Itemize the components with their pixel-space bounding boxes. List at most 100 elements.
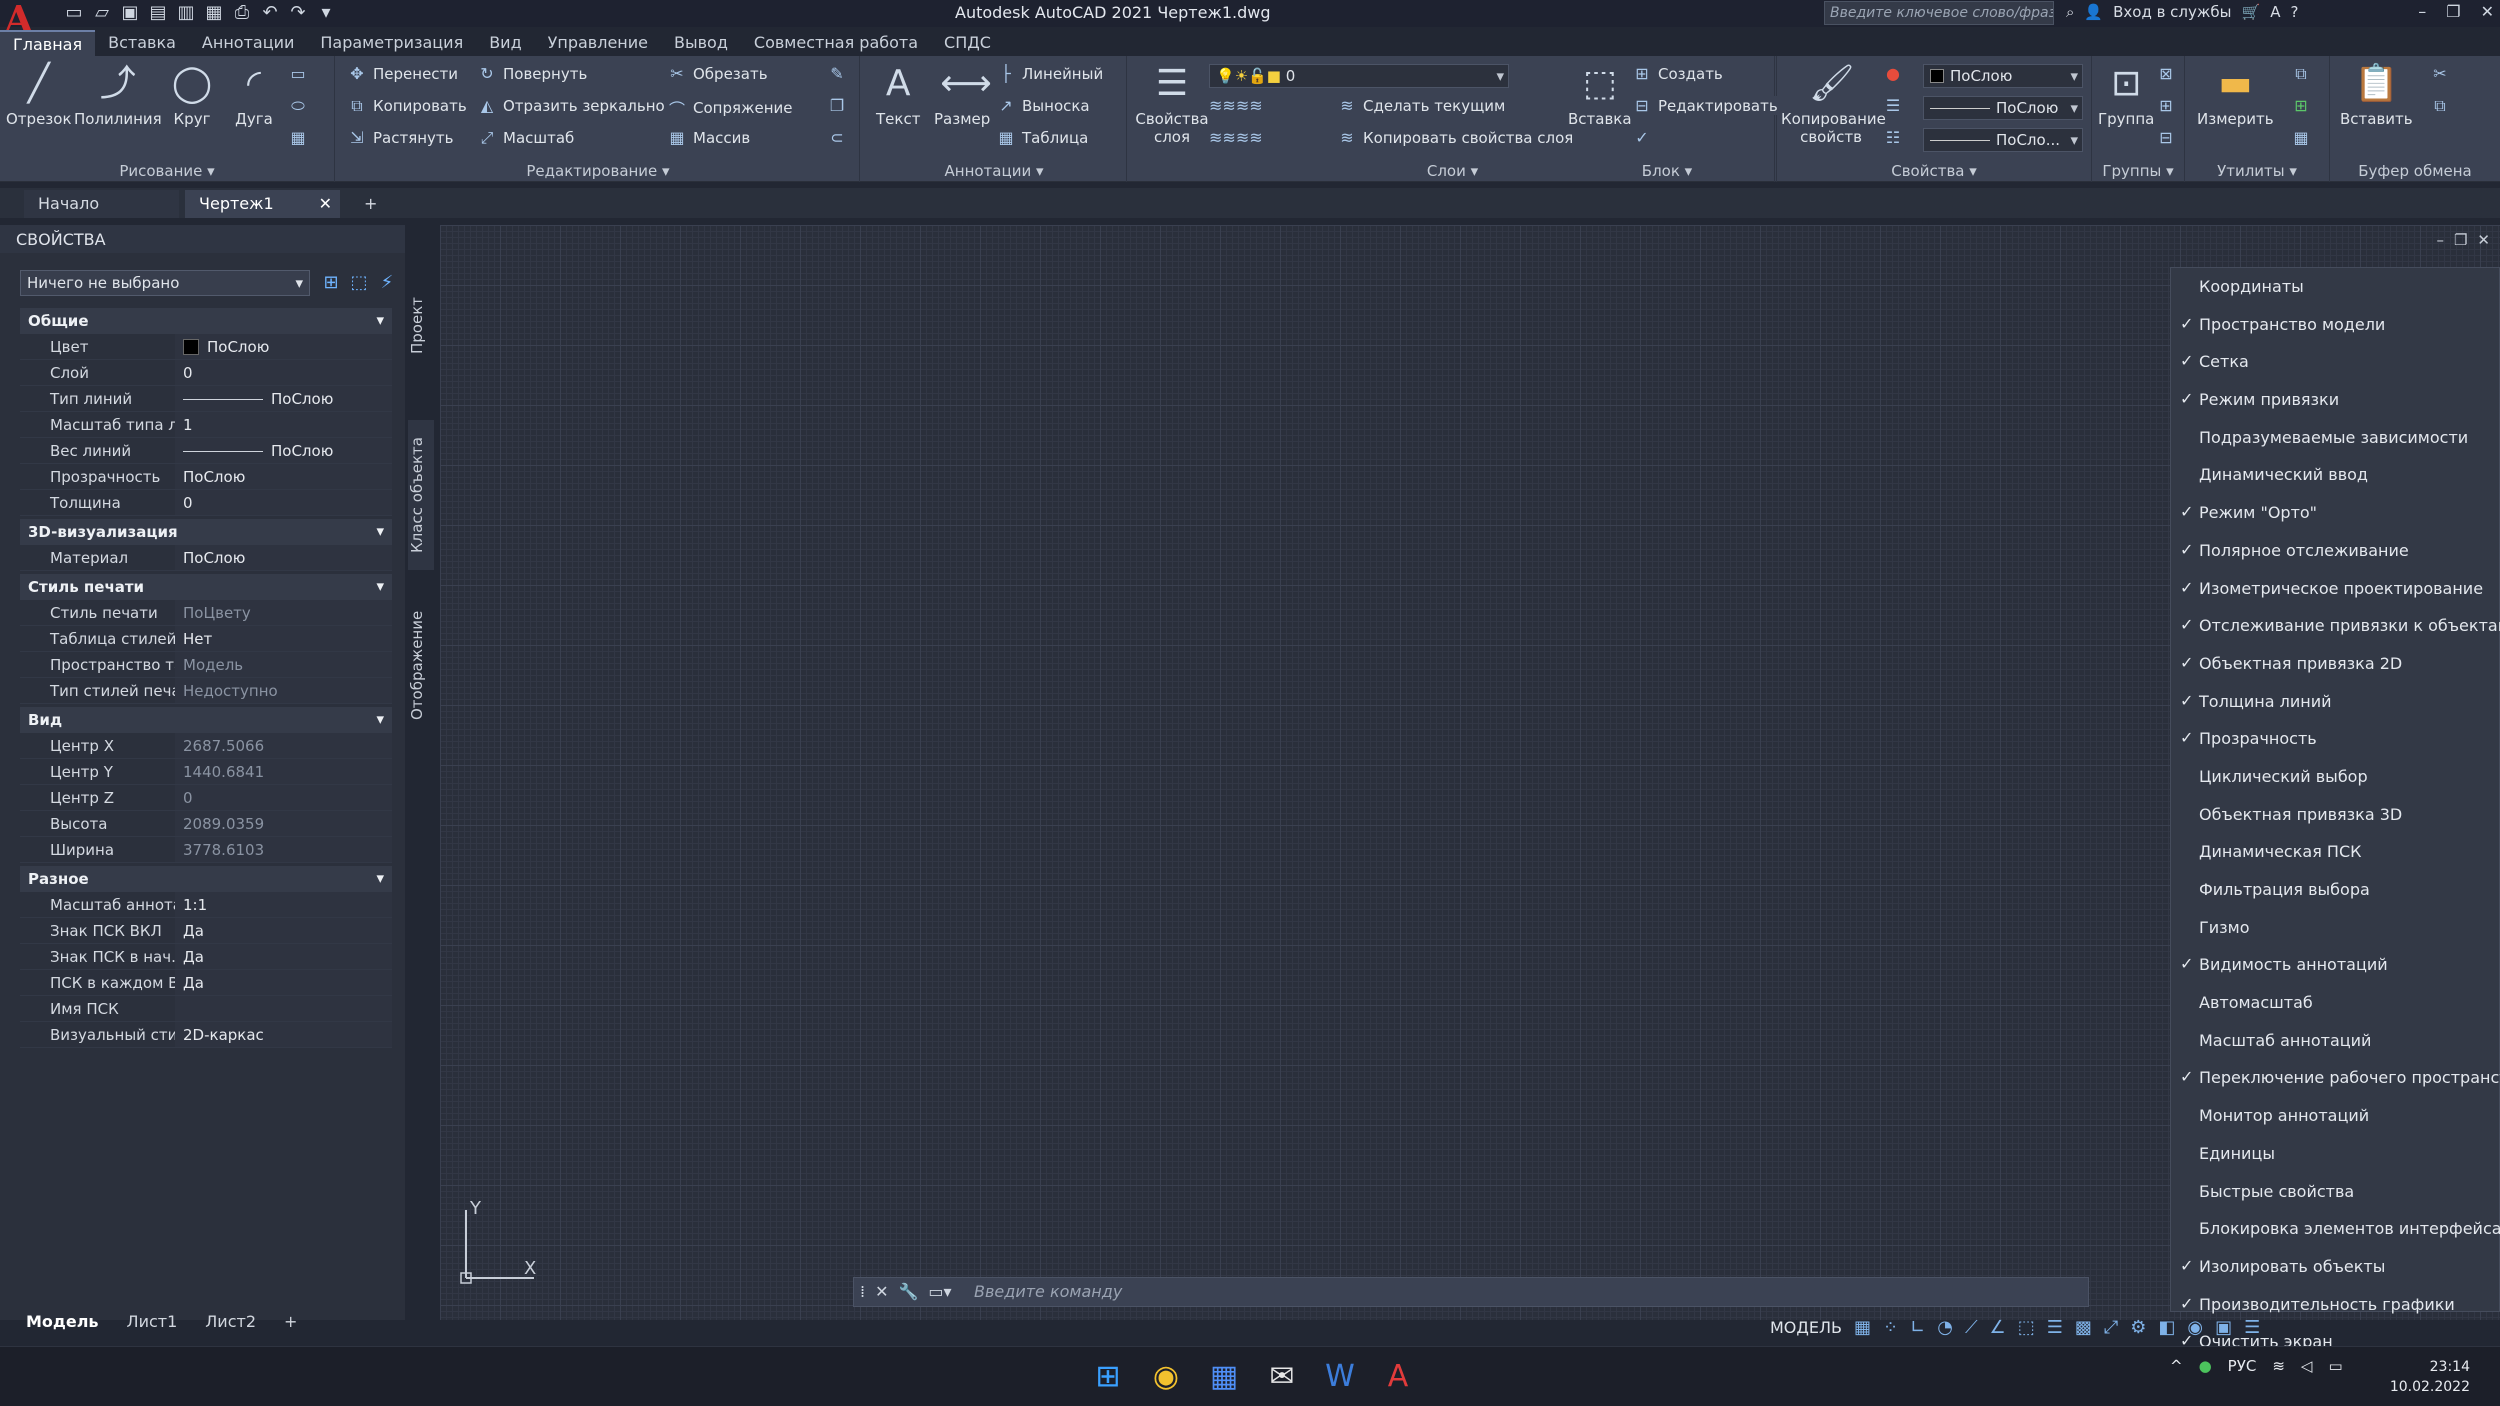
plot-icon[interactable]: ⎙: [230, 2, 254, 24]
annotation-panel-title[interactable]: Аннотации ▾: [862, 162, 1126, 180]
new-file-icon[interactable]: ▭: [62, 2, 86, 24]
viewport-close-icon[interactable]: ✕: [2477, 231, 2490, 249]
fillet-button[interactable]: ⌒ Сопряжение: [667, 96, 793, 120]
tab-start[interactable]: Начало: [24, 190, 179, 218]
menu-item[interactable]: Циклический выбор: [2171, 758, 2499, 796]
user-icon[interactable]: 👤: [2084, 3, 2103, 21]
calculator-icon[interactable]: ▦: [2291, 128, 2311, 147]
battery-icon[interactable]: ▭: [2328, 1357, 2342, 1375]
table-button[interactable]: ▦ Таблица: [996, 128, 1088, 147]
grid-icon[interactable]: ▦: [1854, 1317, 1871, 1338]
dimension-button[interactable]: ⟷ Размер: [934, 62, 992, 128]
property-row[interactable]: Высота 2089.0359: [20, 811, 392, 837]
menu-item[interactable]: Автомасштаб: [2171, 984, 2499, 1022]
rotate-button[interactable]: ↻ Повернуть: [477, 64, 587, 83]
make-current-button[interactable]: ≋ Сделать текущим: [1337, 96, 1505, 115]
layer-tools-row2[interactable]: ≋≋≋≋: [1209, 128, 1263, 147]
property-section-header[interactable]: Стиль печати: [20, 574, 392, 600]
word-icon[interactable]: W: [1320, 1357, 1360, 1397]
customization-menu-icon[interactable]: ☰: [2244, 1317, 2260, 1338]
search-icon[interactable]: ⌕: [2066, 3, 2074, 21]
tab-drawing1[interactable]: Чертеж1 ✕: [185, 190, 340, 218]
menu-item[interactable]: Координаты: [2171, 268, 2499, 306]
web-save-icon[interactable]: ▥: [174, 2, 198, 24]
property-value[interactable]: 2D-каркас: [175, 1022, 392, 1047]
polar-icon[interactable]: ◔: [1937, 1317, 1953, 1338]
property-row[interactable]: Визуальный стиль 2D-каркас: [20, 1022, 392, 1048]
hardware-acceleration-icon[interactable]: ◉: [2187, 1317, 2203, 1338]
ortho-icon[interactable]: ∟: [1910, 1317, 1925, 1338]
tab-collaborate[interactable]: Совместная работа: [741, 30, 931, 56]
tab-spds[interactable]: СПДС: [931, 30, 1004, 56]
property-row[interactable]: Знак ПСК в нач. к... Да: [20, 944, 392, 970]
security-icon[interactable]: ●: [2199, 1357, 2212, 1375]
leader-button[interactable]: ↗ Выноска: [996, 96, 1089, 115]
undo-icon[interactable]: ↶: [258, 2, 282, 24]
menu-item[interactable]: Динамический ввод: [2171, 456, 2499, 494]
utilities-panel-title[interactable]: Утилиты ▾: [2185, 162, 2329, 180]
property-value[interactable]: Да: [175, 918, 392, 943]
stretch-button[interactable]: ⇲ Растянуть: [347, 128, 453, 147]
tab-annotate[interactable]: Аннотации: [189, 30, 307, 56]
lineweight-status-icon[interactable]: ☰: [2047, 1317, 2063, 1338]
property-row[interactable]: Масштаб типа лин... 1: [20, 412, 392, 438]
linetype-dropdown[interactable]: ПоСло...: [1923, 128, 2083, 152]
wrench-icon[interactable]: 🔧: [899, 1282, 919, 1301]
cart-icon[interactable]: 🛒: [2242, 3, 2261, 21]
menu-item[interactable]: Изолировать объекты: [2171, 1248, 2499, 1286]
utility-icon-2[interactable]: ⊞: [2291, 96, 2311, 115]
viewport-minimize-icon[interactable]: –: [2436, 231, 2444, 249]
menu-item[interactable]: Монитор аннотаций: [2171, 1097, 2499, 1135]
property-value[interactable]: ПоСлою: [175, 545, 392, 570]
menu-item[interactable]: Быстрые свойства: [2171, 1173, 2499, 1211]
menu-item[interactable]: Объектная привязка 3D: [2171, 796, 2499, 834]
autodesk-icon[interactable]: A: [2270, 3, 2280, 21]
property-value[interactable]: ПоСлою: [175, 464, 392, 489]
toggle-pickadd-icon[interactable]: ⊞: [320, 272, 342, 294]
linear-dim-button[interactable]: ├ Линейный: [996, 64, 1103, 83]
ellipse-icon[interactable]: ⬭: [288, 96, 308, 116]
close-icon[interactable]: ✕: [2481, 2, 2494, 21]
property-row[interactable]: Тип стилей печати Недоступно: [20, 678, 392, 704]
lineweight-icon[interactable]: ☰: [1883, 96, 1903, 115]
qat-menu-icon[interactable]: ▾: [314, 2, 338, 24]
help-icon[interactable]: ?: [2290, 3, 2298, 21]
polyline-button[interactable]: ⤴ Полилиния: [74, 62, 162, 128]
menu-item[interactable]: Изометрическое проектирование: [2171, 570, 2499, 608]
search-input[interactable]: Введите ключевое слово/фразу: [1824, 1, 2054, 25]
property-value[interactable]: ПоСлою: [175, 334, 392, 359]
tab-parametric[interactable]: Параметризация: [307, 30, 476, 56]
tab-insert[interactable]: Вставка: [95, 30, 189, 56]
menu-item[interactable]: Режим привязки: [2171, 381, 2499, 419]
property-section-header[interactable]: Вид: [20, 707, 392, 733]
edit-block-button[interactable]: ⊟ Редактировать: [1632, 96, 1778, 115]
erase-icon[interactable]: ✎: [827, 64, 847, 83]
new-tab-icon[interactable]: +: [350, 190, 390, 218]
tab-layout1[interactable]: Лист1: [115, 1310, 190, 1334]
close-tab-icon[interactable]: ✕: [319, 194, 332, 213]
tab-layout2[interactable]: Лист2: [193, 1310, 268, 1334]
property-row[interactable]: Вес линий ПоСлою: [20, 438, 392, 464]
transparency-icon[interactable]: ▩: [2075, 1317, 2092, 1338]
autocad-taskbar-icon[interactable]: A: [1378, 1357, 1418, 1397]
side-tab-display[interactable]: Отображение: [408, 590, 434, 740]
property-section-header[interactable]: Общие: [20, 308, 392, 334]
layer-dropdown[interactable]: 💡☀🔓■ 0: [1209, 64, 1509, 88]
menu-item[interactable]: Видимость аннотаций: [2171, 946, 2499, 984]
property-row[interactable]: Стиль печати ПоЦвету: [20, 600, 392, 626]
copy-button[interactable]: ⧉ Копировать: [347, 96, 466, 116]
match-layer-button[interactable]: ≋ Копировать свойства слоя: [1337, 128, 1573, 147]
close-command-line-icon[interactable]: ✕: [875, 1282, 888, 1301]
property-row[interactable]: Толщина 0: [20, 490, 392, 516]
selection-dropdown[interactable]: Ничего не выбрано: [20, 270, 310, 296]
hatch-icon[interactable]: ▦: [288, 128, 308, 147]
property-row[interactable]: Таблица стилей п... Нет: [20, 626, 392, 652]
group-select-icon[interactable]: ⊟: [2156, 128, 2176, 147]
osnap-icon[interactable]: ⬚: [2018, 1317, 2035, 1338]
draw-panel-title[interactable]: Рисование ▾: [0, 162, 334, 180]
menu-item[interactable]: Отслеживание привязки к объектам: [2171, 607, 2500, 645]
lineweight-dropdown[interactable]: ПоСлою: [1923, 96, 2083, 120]
menu-item[interactable]: Толщина линий: [2171, 683, 2499, 721]
text-button[interactable]: A Текст: [876, 62, 920, 128]
property-value[interactable]: ПоСлою: [175, 386, 392, 411]
